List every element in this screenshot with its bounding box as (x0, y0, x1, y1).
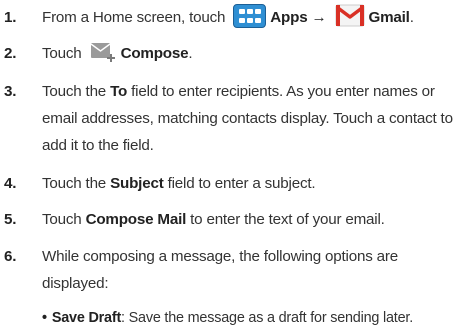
step-text-part: From a Home screen, touch (42, 9, 226, 26)
step-text-part: Touch the (42, 175, 107, 192)
to-field-label: To (110, 83, 128, 100)
subject-field-label: Subject (110, 175, 164, 192)
instruction-page: 1. From a Home screen, touch Apps → Gmai… (0, 0, 467, 333)
compose-mail-label: Compose Mail (85, 211, 187, 228)
compose-envelope-icon (90, 41, 117, 63)
step-number: 3. (4, 83, 17, 100)
step-number: 5. (4, 211, 17, 228)
step-number: 6. (4, 248, 17, 265)
step-text: While composing a message, the following… (42, 248, 398, 292)
gmail-envelope-icon (335, 2, 365, 28)
step-number: 2. (4, 45, 17, 62)
step-text-part: Touch (42, 211, 82, 228)
save-draft-label: Save Draft (51, 310, 122, 326)
step-number: 4. (4, 175, 17, 192)
step-text: Touch Compose. (42, 40, 466, 67)
step-text-part: Touch (42, 45, 82, 62)
arrow-symbol: → (311, 9, 327, 26)
bullet-dot: • (42, 310, 47, 326)
bullet-text: : Save the message as a draft for sendin… (121, 310, 414, 326)
step-text: Touch the To field to enter recipients. … (42, 78, 466, 159)
step-text: Touch the Subject field to enter a subje… (42, 170, 466, 197)
sentence-end: . (188, 45, 193, 62)
step-number: 1. (4, 9, 17, 26)
step-text: Touch Compose Mail to enter the text of … (42, 206, 466, 233)
gmail-label: Gmail (368, 9, 410, 26)
step-text-part: Touch the (42, 83, 107, 100)
step-text-part: field to enter a subject. (167, 175, 316, 192)
sentence-end: . (409, 9, 414, 26)
bullet-item-save-draft: • Save Draft: Save the message as a draft… (42, 306, 462, 330)
apps-label: Apps (270, 9, 308, 26)
apps-grid-icon (233, 3, 267, 28)
step-text: From a Home screen, touch Apps → Gmail. (42, 2, 466, 31)
step-text-part: to enter the text of your email. (190, 211, 385, 228)
compose-label: Compose (120, 45, 189, 62)
